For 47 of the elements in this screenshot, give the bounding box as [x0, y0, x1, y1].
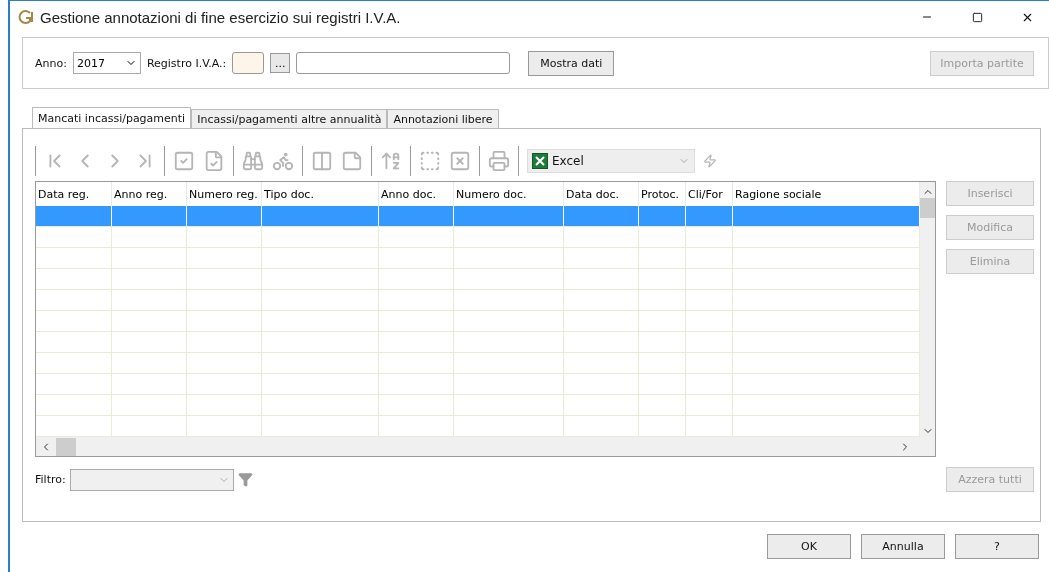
spreadsheet-icon: [532, 153, 548, 169]
window-title: Gestione annotazioni di fine esercizio sui registri I.V.A.: [40, 8, 402, 26]
dialog-button[interactable]: OK: [767, 534, 851, 559]
vertical-scrollbar[interactable]: [920, 182, 935, 437]
maximize-icon: [971, 11, 983, 23]
filter-icon[interactable]: [237, 472, 253, 487]
printer-icon[interactable]: [488, 150, 510, 172]
lightning-icon[interactable]: [703, 154, 717, 168]
table-row[interactable]: [36, 374, 920, 395]
tab[interactable]: Annotazioni libere: [387, 109, 499, 128]
filter-label: Filtro:: [35, 473, 66, 486]
table-row[interactable]: [36, 227, 920, 248]
check-save-icon[interactable]: [203, 150, 225, 172]
register-description-field[interactable]: [296, 52, 511, 74]
table-row[interactable]: [36, 206, 920, 227]
app-logo-icon: [18, 9, 34, 25]
table-row[interactable]: [36, 332, 920, 353]
tab[interactable]: Incassi/pagamenti altre annualità: [191, 109, 388, 128]
check-icon[interactable]: [173, 150, 195, 172]
sort-icon[interactable]: [380, 150, 402, 172]
year-label: Anno:: [35, 56, 67, 70]
dialog-button[interactable]: ?: [955, 534, 1039, 559]
bicycle-icon[interactable]: [272, 150, 294, 172]
square-x-icon[interactable]: [449, 150, 471, 172]
table-row[interactable]: [36, 248, 920, 269]
dashed-square-icon[interactable]: [419, 150, 441, 172]
table-row[interactable]: [36, 416, 920, 437]
table-row[interactable]: [36, 353, 920, 374]
table-row[interactable]: [36, 290, 920, 311]
scroll-thumb[interactable]: [920, 198, 935, 218]
columns-icon[interactable]: [311, 150, 333, 172]
binoculars-icon[interactable]: [242, 150, 264, 172]
table-row[interactable]: [36, 269, 920, 290]
export-format-dropdown[interactable]: Excel: [527, 149, 695, 173]
dialog-button[interactable]: Annulla: [861, 534, 945, 559]
show-data-button[interactable]: Mostra dati: [528, 50, 615, 76]
table-row[interactable]: [36, 395, 920, 416]
scroll-thumb[interactable]: [56, 437, 76, 456]
register-label: Registro I.V.A.:: [146, 56, 227, 70]
horizontal-scrollbar[interactable]: [36, 437, 935, 456]
filter-dropdown[interactable]: [69, 468, 234, 491]
register-code-field[interactable]: [232, 52, 265, 74]
table-row[interactable]: [36, 311, 920, 332]
note-icon[interactable]: [341, 150, 363, 172]
browse-button[interactable]: ...: [270, 53, 291, 73]
year-dropdown[interactable]: 2017: [72, 52, 141, 74]
tab[interactable]: Mancati incassi/pagamenti: [32, 107, 192, 129]
